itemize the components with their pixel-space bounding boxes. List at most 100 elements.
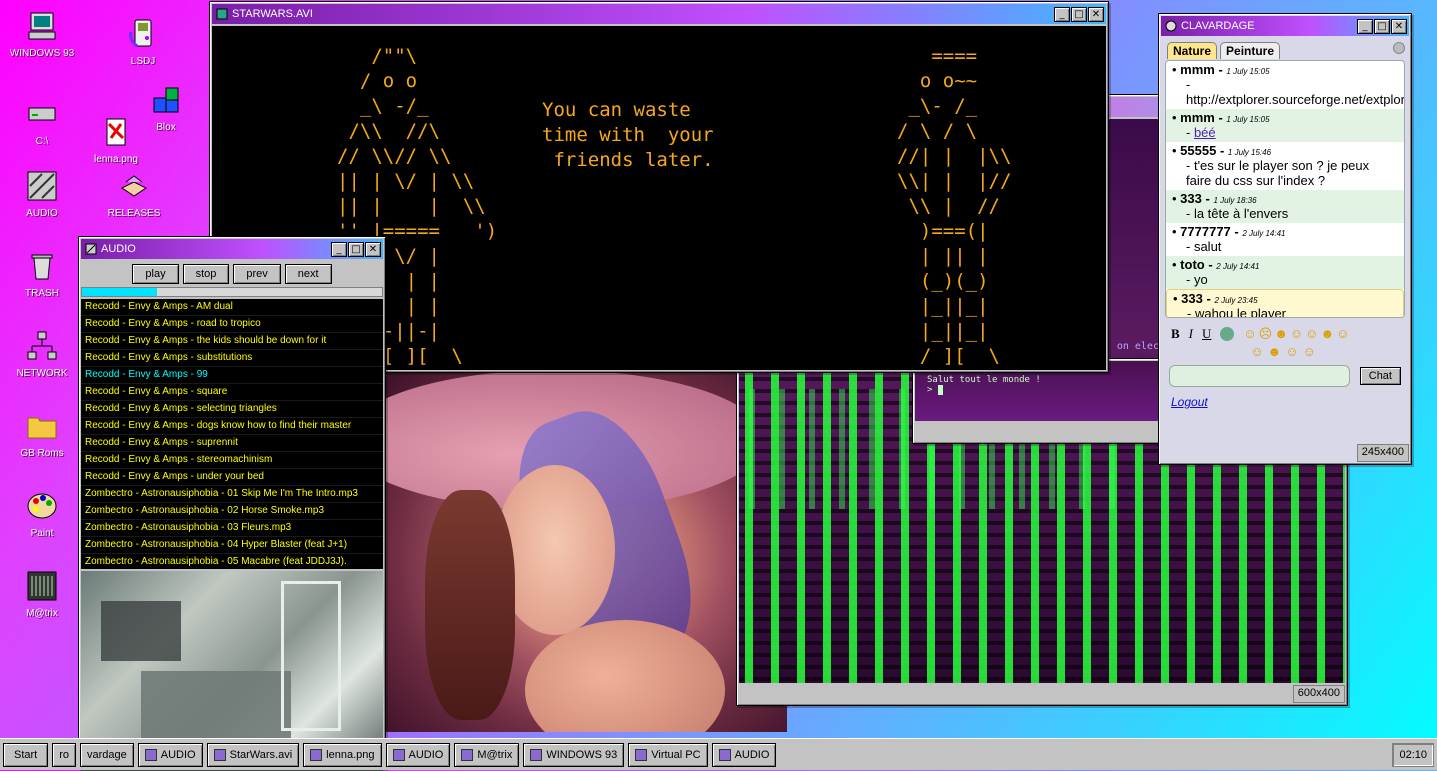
message-timestamp: 2 July 14:41 [1216, 262, 1260, 271]
chat-send-button[interactable]: Chat [1359, 367, 1401, 385]
next-button[interactable]: next [284, 264, 332, 284]
message-timestamp: 1 July 15:05 [1226, 115, 1270, 124]
chat-titlebar[interactable]: CLAVARDAGE _ □ ✕ [1161, 16, 1409, 36]
taskbar-item[interactable]: M@trix [454, 742, 520, 767]
minimize-button[interactable]: _ [1054, 6, 1070, 22]
playlist-item[interactable]: Recodd - Envy & Amps - stereomachinism [81, 452, 383, 469]
desktop-icon-gb-roms[interactable]: GB Roms [4, 410, 80, 459]
refresh-icon[interactable] [1393, 42, 1405, 54]
close-button[interactable]: ✕ [1088, 6, 1104, 22]
taskbar-item[interactable]: vardage [80, 742, 134, 767]
chat-tabs: Nature Peinture [1159, 42, 1411, 59]
taskbar-item[interactable]: ro [52, 742, 77, 767]
taskbar-item-label: AUDIO [408, 748, 444, 761]
taskbar-item[interactable]: AUDIO [385, 742, 451, 767]
playlist-item[interactable]: Recodd - Envy & Amps - dogs know how to … [81, 418, 383, 435]
lenna-hair [425, 490, 515, 720]
desktop-icon-matrix[interactable]: M@trix [4, 570, 80, 619]
playlist-item[interactable]: Recodd - Envy & Amps - road to tropico [81, 316, 383, 333]
matrix-size-label: 600x400 [1292, 685, 1345, 703]
close-button[interactable]: ✕ [365, 241, 381, 257]
chat-message: • 333 - 2 July 23:45- wahou le player [1166, 289, 1404, 318]
desktop-icon-network[interactable]: NETWORK [4, 330, 80, 379]
chat-messages: • mmm - 1 July 15:05- http://extplorer.s… [1165, 60, 1405, 318]
message-text: wahou le player [1194, 306, 1287, 318]
desktop-icon-windows93[interactable]: WINDOWS 93 [4, 10, 80, 59]
message-text: la tête à l'envers [1193, 206, 1289, 221]
desktop-icon-paint[interactable]: Paint [4, 490, 80, 539]
desktop-icon-label: GB Roms [20, 448, 64, 459]
desktop-icon-label: C:\ [35, 136, 49, 147]
taskbar-item-label: Virtual PC [651, 748, 701, 761]
taskbar-item[interactable]: AUDIO [711, 742, 777, 767]
desktop-icon-trash[interactable]: TRASH [4, 250, 80, 299]
starwars-titlebar[interactable]: STARWARS.AVI _ □ ✕ [212, 4, 1106, 24]
drive-icon [28, 107, 56, 121]
stop-button[interactable]: stop [182, 264, 230, 284]
playlist-item[interactable]: Recodd - Envy & Amps - under your bed [81, 469, 383, 486]
playlist-item[interactable]: Recodd - Envy & Amps - AM dual [81, 299, 383, 316]
bold-button[interactable]: B [1171, 326, 1180, 342]
taskbar-item[interactable]: AUDIO [137, 742, 203, 767]
playlist-item[interactable]: Recodd - Envy & Amps - 99 [81, 367, 383, 384]
desktop-icon-lsdj[interactable]: LSDJ [105, 18, 181, 67]
maximize-button[interactable]: □ [1071, 6, 1087, 22]
terminal-prompt-line[interactable]: > [927, 385, 1147, 395]
audio-titlebar[interactable]: AUDIO _ □ ✕ [81, 239, 383, 259]
emoji-picker[interactable]: ☺☹☻☺☺☻☺ [1243, 326, 1351, 342]
close-button[interactable]: ✕ [1391, 18, 1407, 34]
chat-message: • 7777777 - 2 July 14:41- salut [1172, 224, 1286, 254]
desktop-icon-c-drive[interactable]: C:\ [4, 98, 80, 147]
playlist-item[interactable]: Zombectro - Astronausiphobia - 05 Macabr… [81, 554, 383, 569]
playlist-item[interactable]: Recodd - Envy & Amps - substitutions [81, 350, 383, 367]
playlist-item[interactable]: Zombectro - Astronausiphobia - 01 Skip M… [81, 486, 383, 503]
playlist-item[interactable]: Zombectro - Astronausiphobia - 04 Hyper … [81, 537, 383, 554]
playlist-item[interactable]: Recodd - Envy & Amps - the kids should b… [81, 333, 383, 350]
terminal-line: Salut tout le monde ! [927, 375, 1041, 385]
tab-nature[interactable]: Nature [1167, 42, 1218, 59]
matrix-statusbar: 600x400 [739, 685, 1345, 703]
audio-icon [85, 243, 97, 255]
desktop-icon-label: M@trix [26, 608, 58, 619]
smiley-icon[interactable] [1220, 327, 1235, 341]
message-text[interactable]: béé [1194, 125, 1216, 140]
playlist-item[interactable]: Recodd - Envy & Amps - suprennit [81, 435, 383, 452]
playlist-item[interactable]: Recodd - Envy & Amps - selecting triangl… [81, 401, 383, 418]
desktop-icon-label: Paint [30, 528, 54, 539]
tab-peinture[interactable]: Peinture [1220, 42, 1281, 59]
italic-button[interactable]: I [1189, 326, 1193, 342]
taskbar-item[interactable]: WINDOWS 93 [523, 742, 625, 767]
playlist-item[interactable]: Zombectro - Astronausiphobia - 03 Fleurs… [81, 520, 383, 537]
minimize-button[interactable]: _ [1357, 18, 1373, 34]
chat-window[interactable]: CLAVARDAGE _ □ ✕ Nature Peinture • mmm -… [1158, 13, 1412, 465]
computer-icon [28, 12, 56, 40]
desktop-icon-audio[interactable]: AUDIO [4, 170, 80, 219]
taskbar-item[interactable]: StarWars.avi [206, 742, 300, 767]
audio-window[interactable]: AUDIO _ □ ✕ play stop prev next Recodd -… [78, 236, 386, 771]
taskbar-item[interactable]: Virtual PC [628, 742, 708, 767]
window-icon [635, 748, 648, 761]
playlist-item[interactable]: Zombectro - Astronausiphobia - 02 Horse … [81, 503, 383, 520]
logout-link[interactable]: Logout [1171, 395, 1208, 409]
underline-button[interactable]: U [1202, 326, 1211, 342]
playlist-item[interactable]: Recodd - Envy & Amps - square [81, 384, 383, 401]
maximize-button[interactable]: □ [348, 241, 364, 257]
desktop-icon-lenna[interactable]: lenna.png [78, 116, 154, 165]
emoji-row-2[interactable]: ☺☻☺☺ [1159, 344, 1411, 363]
message-author: mmm [1180, 110, 1215, 125]
minimize-button[interactable]: _ [331, 241, 347, 257]
playlist[interactable]: Recodd - Envy & Amps - AM dual Recodd - E… [81, 299, 383, 569]
desktop-icon-releases[interactable]: RELEASES [96, 170, 172, 219]
message-author: mmm [1180, 62, 1215, 77]
playback-progress[interactable] [81, 287, 383, 297]
visualizer-block [141, 671, 291, 741]
chat-input[interactable] [1169, 365, 1350, 387]
play-button[interactable]: play [132, 264, 179, 284]
audio-icon [27, 171, 57, 201]
start-button[interactable]: Start [3, 742, 49, 767]
maximize-button[interactable]: □ [1374, 18, 1390, 34]
prev-button[interactable]: prev [233, 264, 281, 284]
taskbar-item[interactable]: lenna.png [303, 742, 382, 767]
desktop-icon-label: RELEASES [107, 208, 161, 219]
trash-icon [31, 254, 53, 280]
